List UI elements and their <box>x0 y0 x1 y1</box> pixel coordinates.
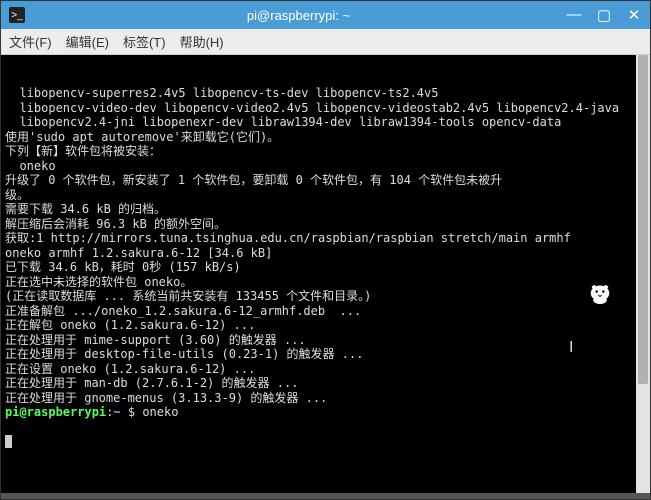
terminal-line: 获取:1 http://mirrors.tuna.tsinghua.edu.cn… <box>5 231 632 246</box>
terminal-line: (正在读取数据库 ... 系统当前共安装有 133455 个文件和目录。) <box>5 289 632 304</box>
terminal-line: 需要下载 34.6 kB 的归档。 <box>5 202 632 217</box>
window-controls: — ▢ ✕ <box>566 6 642 24</box>
terminal-line: 正准备解包 .../oneko_1.2.sakura.6-12_armhf.de… <box>5 304 632 319</box>
terminal-line: 使用'sudo apt autoremove'来卸载它(它们)。 <box>5 130 632 145</box>
window-title: pi@raspberrypi: ~ <box>31 8 566 23</box>
command-input[interactable]: oneko <box>142 405 178 419</box>
prompt-user: pi@raspberrypi <box>5 405 106 419</box>
menu-help[interactable]: 帮助(H) <box>180 32 224 51</box>
menubar: 文件(F) 编辑(E) 标签(T) 帮助(H) <box>1 29 650 55</box>
menu-edit[interactable]: 编辑(E) <box>66 32 109 51</box>
terminal-line: 正在处理用于 man-db (2.7.6.1-2) 的触发器 ... <box>5 376 632 391</box>
terminal-line: libopencv-video-dev libopencv-video2.4v5… <box>5 101 632 116</box>
app-icon: >_ <box>9 7 25 23</box>
titlebar[interactable]: >_ pi@raspberrypi: ~ — ▢ ✕ <box>1 1 650 29</box>
prompt-dollar: $ <box>121 405 143 419</box>
scroll-thumb[interactable] <box>638 55 648 384</box>
prompt-path: ~ <box>113 405 120 419</box>
scrollbar[interactable] <box>636 55 650 493</box>
terminal-window: >_ pi@raspberrypi: ~ — ▢ ✕ 文件(F) 编辑(E) 标… <box>0 0 651 500</box>
terminal-line: 下列【新】软件包将被安装： <box>5 144 632 159</box>
close-button[interactable]: ✕ <box>626 6 642 24</box>
terminal-line: 正在设置 oneko (1.2.sakura.6-12) ... <box>5 362 632 377</box>
terminal-line: libopencv-superres2.4v5 libopencv-ts-dev… <box>5 86 632 101</box>
terminal-output[interactable]: libopencv-superres2.4v5 libopencv-ts-dev… <box>1 55 636 493</box>
terminal-area[interactable]: libopencv-superres2.4v5 libopencv-ts-dev… <box>1 55 650 493</box>
terminal-line: 已下载 34.6 kB，耗时 0秒 (157 kB/s) <box>5 260 632 275</box>
terminal-line: 正在处理用于 gnome-menus (3.13.3-9) 的触发器 ... <box>5 391 632 406</box>
terminal-line: oneko armhf 1.2.sakura.6-12 [34.6 kB] <box>5 246 632 261</box>
terminal-line: 正在处理用于 desktop-file-utils (0.23-1) 的触发器 … <box>5 347 632 362</box>
menu-file[interactable]: 文件(F) <box>9 32 52 51</box>
terminal-line: 正在解包 oneko (1.2.sakura.6-12) ... <box>5 318 632 333</box>
bottom-edge <box>1 493 650 499</box>
terminal-line: 正在选中未选择的软件包 oneko。 <box>5 275 632 290</box>
terminal-line: 解压缩后会消耗 96.3 kB 的额外空间。 <box>5 217 632 232</box>
terminal-line: 升级了 0 个软件包，新安装了 1 个软件包，要卸载 0 个软件包，有 104 … <box>5 173 632 188</box>
minimize-button[interactable]: — <box>566 6 582 24</box>
terminal-line: libopencv2.4-jni libopenexr-dev libraw13… <box>5 115 632 130</box>
terminal-line: 正在处理用于 mime-support (3.60) 的触发器 ... <box>5 333 632 348</box>
terminal-line: 级。 <box>5 188 632 203</box>
terminal-line: oneko <box>5 159 632 174</box>
maximize-button[interactable]: ▢ <box>596 6 612 24</box>
terminal-cursor <box>5 435 12 448</box>
menu-tabs[interactable]: 标签(T) <box>123 32 166 51</box>
